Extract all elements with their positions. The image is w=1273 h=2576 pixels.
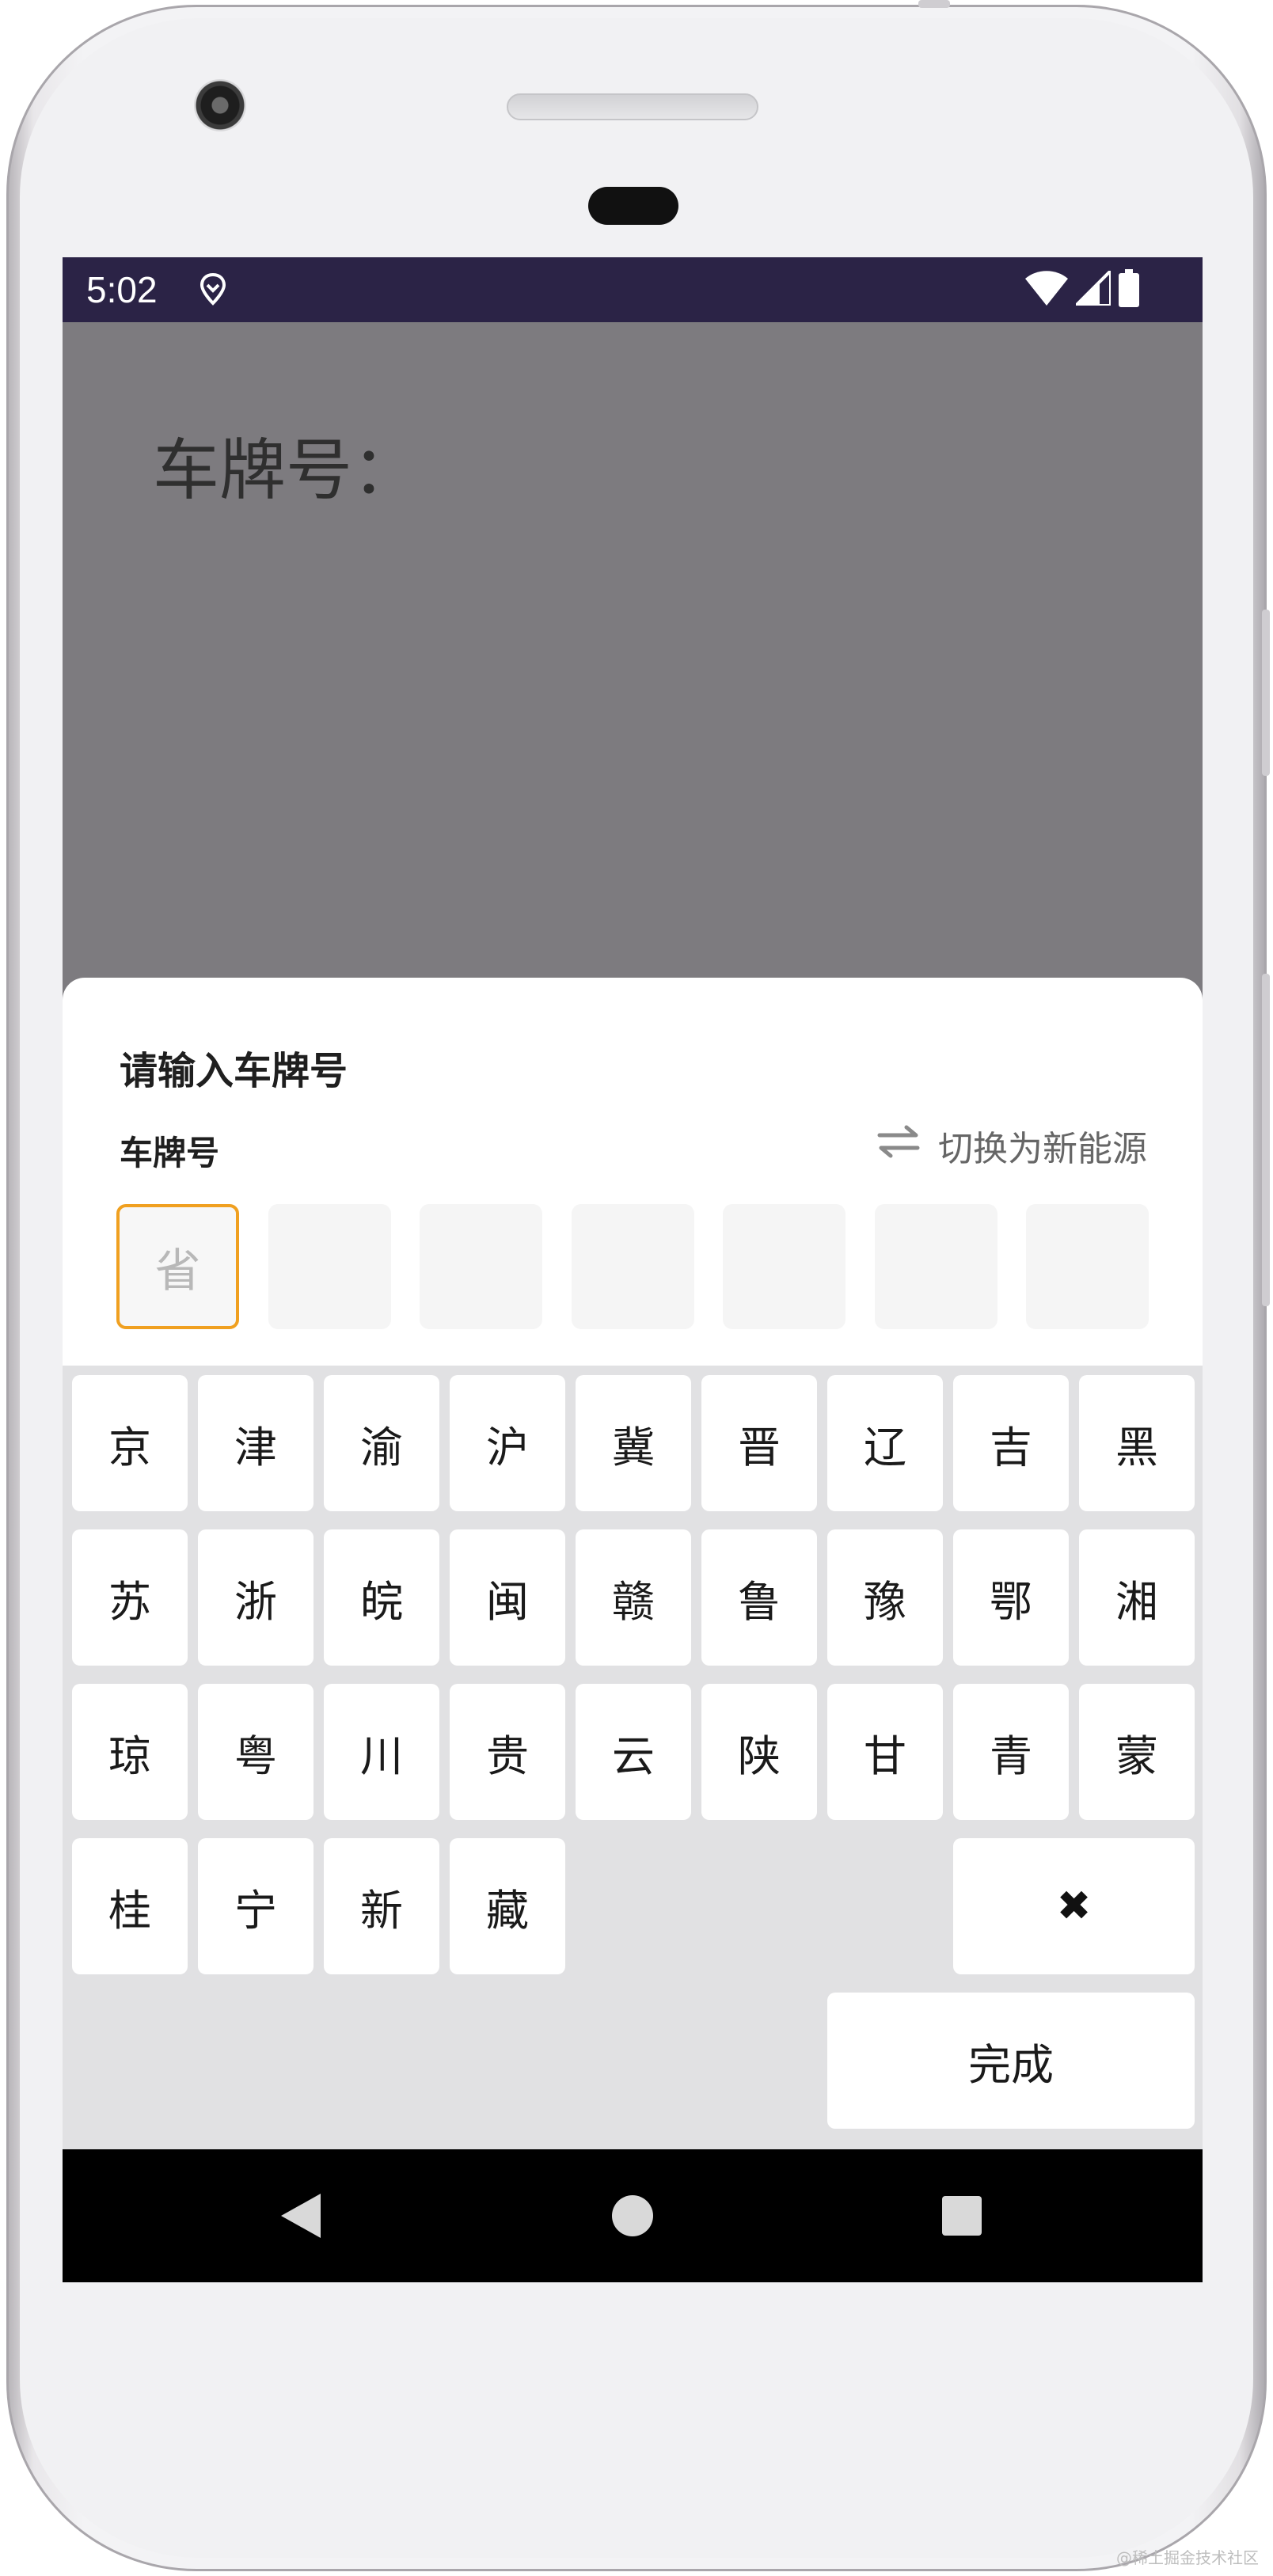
province-key[interactable]: 青: [953, 1684, 1069, 1820]
province-key[interactable]: 晋: [701, 1375, 817, 1511]
plate-slot[interactable]: [723, 1204, 846, 1329]
plate-label: 车牌号: [120, 1134, 220, 1172]
swap-arrows-icon: [876, 1124, 921, 1168]
province-key[interactable]: 蒙: [1079, 1684, 1195, 1820]
province-key[interactable]: 辽: [827, 1375, 943, 1511]
status-time: 5:02: [86, 269, 158, 310]
home-circle-icon: [612, 2195, 653, 2236]
province-key[interactable]: 琼: [72, 1684, 188, 1820]
recents-square-icon: [942, 2196, 982, 2236]
province-keyboard: 京 津 渝 沪 冀 晋 辽 吉 黑 苏 浙 皖 闽 赣 鲁 豫 鄂 湘 琼 粤 …: [63, 1366, 1203, 2149]
volume-button: [1262, 610, 1270, 776]
switch-new-energy-label: 切换为新能源: [938, 1129, 1147, 1169]
province-key[interactable]: 豫: [827, 1529, 943, 1666]
province-key[interactable]: 苏: [72, 1529, 188, 1666]
province-key[interactable]: 渝: [324, 1375, 439, 1511]
recents-button[interactable]: [930, 2184, 994, 2247]
province-key[interactable]: 陕: [701, 1684, 817, 1820]
earpiece: [588, 187, 678, 225]
location-pin-icon: [197, 272, 229, 308]
battery-icon: [1119, 269, 1139, 310]
province-key[interactable]: 新: [324, 1838, 439, 1974]
home-button[interactable]: [601, 2184, 664, 2247]
province-key[interactable]: 川: [324, 1684, 439, 1820]
province-key[interactable]: 鄂: [953, 1529, 1069, 1666]
delete-icon: ✖: [1056, 1883, 1092, 1930]
delete-key[interactable]: ✖: [953, 1838, 1195, 1974]
province-key[interactable]: 贵: [450, 1684, 565, 1820]
province-key[interactable]: 京: [72, 1375, 188, 1511]
power-button: [1262, 974, 1270, 1306]
plate-slot[interactable]: [1026, 1204, 1149, 1329]
province-key[interactable]: 黑: [1079, 1375, 1195, 1511]
province-key[interactable]: 津: [198, 1375, 314, 1511]
plate-slot[interactable]: [874, 1204, 998, 1329]
province-key[interactable]: 湘: [1079, 1529, 1195, 1666]
navigation-bar: [63, 2149, 1203, 2282]
status-bar: 5:02: [63, 257, 1203, 322]
plate-heading: 车牌号：: [153, 431, 420, 509]
province-key[interactable]: 宁: [198, 1838, 314, 1974]
screen: 5:02 车牌号： 请输入车牌号 车牌号 切换为新能源 省 京 津 渝 沪 冀 …: [63, 257, 1203, 2282]
wifi-icon: [1025, 271, 1068, 309]
top-button: [918, 0, 950, 8]
plate-slot-province[interactable]: 省: [116, 1204, 239, 1329]
province-key[interactable]: 沪: [450, 1375, 565, 1511]
back-button[interactable]: [268, 2184, 332, 2247]
province-key[interactable]: 冀: [576, 1375, 691, 1511]
sheet-title: 请输入车牌号: [120, 1049, 348, 1093]
cell-signal-icon: [1072, 267, 1112, 309]
province-key[interactable]: 闽: [450, 1529, 565, 1666]
switch-new-energy-button[interactable]: 切换为新能源: [876, 1120, 1147, 1171]
done-button[interactable]: 完成: [827, 1993, 1195, 2129]
province-key[interactable]: 赣: [576, 1529, 691, 1666]
province-key[interactable]: 粤: [198, 1684, 314, 1820]
plate-slot[interactable]: [268, 1204, 391, 1329]
plate-slot[interactable]: [571, 1204, 694, 1329]
watermark: @稀土掘金技术社区: [1116, 2548, 1259, 2567]
province-key[interactable]: 吉: [953, 1375, 1069, 1511]
province-key[interactable]: 浙: [198, 1529, 314, 1666]
status-icons: [1025, 267, 1139, 311]
province-key[interactable]: 皖: [324, 1529, 439, 1666]
province-key[interactable]: 云: [576, 1684, 691, 1820]
province-key[interactable]: 甘: [827, 1684, 943, 1820]
plate-slot[interactable]: [420, 1204, 542, 1329]
plate-slots: 省: [116, 1204, 1149, 1329]
province-key[interactable]: 桂: [72, 1838, 188, 1974]
front-camera: [194, 79, 246, 131]
back-triangle-icon: [281, 2194, 321, 2238]
province-key[interactable]: 藏: [450, 1838, 565, 1974]
province-key[interactable]: 鲁: [701, 1529, 817, 1666]
speaker-grill: [507, 93, 758, 120]
